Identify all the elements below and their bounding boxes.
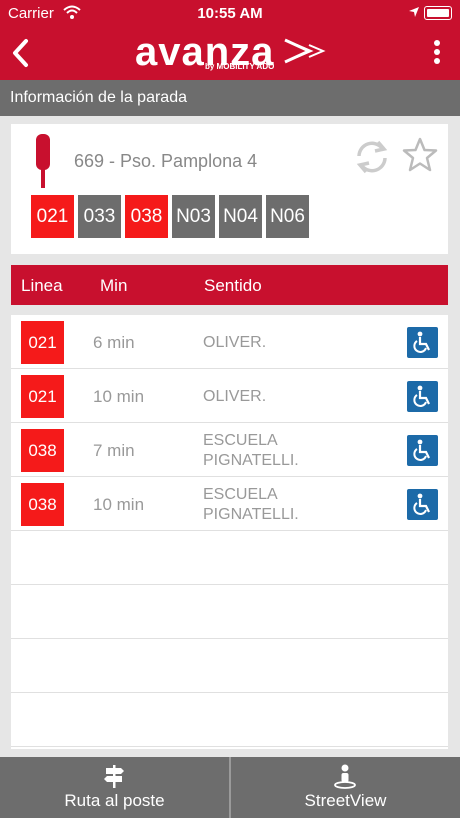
wheelchair-icon — [407, 435, 438, 466]
streetview-label: StreetView — [304, 791, 387, 810]
pegman-icon — [334, 764, 356, 789]
direction-line: OLIVER. — [203, 388, 267, 405]
signpost-icon — [104, 765, 124, 788]
table-row[interactable]: 038 10 min ESCUELA PIGNATELLI. — [11, 477, 448, 531]
direction-text: OLIVER. — [203, 387, 266, 407]
header-direction: Sentido — [204, 276, 262, 295]
logo-arrow-mark — [284, 38, 326, 64]
line-chip[interactable]: 033 — [78, 195, 121, 238]
refresh-icon[interactable] — [351, 136, 393, 178]
status-bar: Carrier 10:55 AM — [0, 0, 460, 28]
header-line: Linea — [21, 276, 63, 295]
header-min: Min — [100, 276, 128, 295]
logo-subtext: by MOBILITY ADO — [205, 62, 275, 71]
direction-text: OLIVER. — [203, 333, 266, 353]
direction-line: ESCUELA — [203, 486, 278, 503]
line-chip[interactable]: 038 — [125, 195, 168, 238]
wheelchair-icon — [407, 489, 438, 520]
arrival-minutes: 10 min — [93, 387, 145, 406]
battery-icon — [424, 6, 452, 20]
direction-line: PIGNATELLI. — [203, 452, 299, 469]
streetview-button[interactable]: StreetView — [231, 757, 460, 818]
line-chip[interactable]: 021 — [31, 195, 74, 238]
line-chip[interactable]: N04 — [219, 195, 262, 238]
line-chip[interactable]: N03 — [172, 195, 215, 238]
section-title: Información de la parada — [0, 80, 460, 116]
navigation-bar: avanza by MOBILITY ADO — [0, 28, 460, 80]
arrival-minutes: 6 min — [93, 333, 135, 352]
table-row[interactable]: 021 6 min OLIVER. — [11, 315, 448, 369]
avanza-logo: avanza by MOBILITY ADO — [135, 30, 330, 78]
stop-name: 669 - Pso. Pamplona 4 — [74, 151, 258, 171]
favorite-star-icon[interactable] — [401, 136, 439, 174]
location-arrow-icon — [409, 7, 419, 17]
direction-line: OLIVER. — [203, 334, 267, 351]
line-badge: 038 — [21, 429, 64, 472]
line-badge: 038 — [21, 483, 64, 526]
line-badge: 021 — [21, 375, 64, 418]
line-chip[interactable]: N06 — [266, 195, 309, 238]
table-row[interactable]: 038 7 min ESCUELA PIGNATELLI. — [11, 423, 448, 477]
arrival-minutes: 10 min — [93, 495, 145, 514]
empty-row — [11, 639, 448, 693]
bottom-tab-bar: Ruta al poste StreetView — [0, 757, 460, 818]
empty-row — [11, 531, 448, 585]
status-time: 10:55 AM — [197, 5, 263, 22]
bus-stop-icon — [36, 134, 50, 188]
direction-text: ESCUELA PIGNATELLI. — [203, 485, 299, 525]
route-to-stop-button[interactable]: Ruta al poste — [0, 757, 229, 818]
empty-row — [11, 693, 448, 747]
wheelchair-icon — [407, 327, 438, 358]
wheelchair-icon — [407, 381, 438, 412]
arrival-minutes: 7 min — [93, 441, 135, 460]
direction-line: ESCUELA — [203, 432, 278, 449]
direction-line: PIGNATELLI. — [203, 506, 299, 523]
route-to-stop-label: Ruta al poste — [64, 791, 165, 810]
table-row[interactable]: 021 10 min OLIVER. — [11, 369, 448, 423]
line-badge: 021 — [21, 321, 64, 364]
empty-row — [11, 585, 448, 639]
arrivals-table: 021 6 min OLIVER. 021 10 min OLIVER. 038… — [11, 315, 448, 749]
direction-text: ESCUELA PIGNATELLI. — [203, 431, 299, 471]
back-arrow-icon[interactable] — [10, 38, 30, 68]
stop-lines: 021 033 038 N03 N04 N06 — [31, 195, 309, 238]
stop-card: 669 - Pso. Pamplona 4 021 033 038 N03 N0… — [11, 124, 448, 254]
arrivals-table-header: Linea Min Sentido — [11, 265, 448, 305]
more-menu-icon[interactable] — [434, 40, 442, 68]
